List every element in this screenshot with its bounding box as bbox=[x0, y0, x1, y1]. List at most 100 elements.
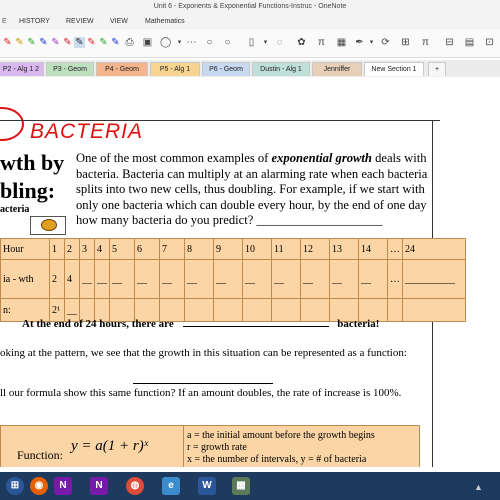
graph-icon[interactable]: ▤ bbox=[464, 37, 475, 48]
move-icon[interactable]: ⟳ bbox=[380, 37, 391, 48]
equation-icon[interactable]: ▦ bbox=[336, 37, 347, 48]
growth-cell: __ bbox=[213, 259, 243, 299]
growth-cell: __ bbox=[94, 259, 110, 299]
shapes-icon[interactable]: ◯ bbox=[160, 37, 171, 48]
growth-cell: __ bbox=[271, 259, 301, 299]
taskbar: ⊞ ◉ N N ◍ e W ▦ ▲ bbox=[0, 472, 500, 500]
page-rule bbox=[0, 120, 440, 121]
notebook-page[interactable]: BACTERIA wth by bling: acteria One of th… bbox=[0, 77, 500, 467]
dropdown-icon[interactable]: ▾ bbox=[174, 37, 185, 48]
pen-black-icon[interactable]: ✎ bbox=[74, 37, 85, 48]
calculator-icon[interactable]: ▦ bbox=[232, 477, 250, 495]
growth-table: Hour 1 2 3 4 5 6 7 8 9 10 11 12 13 14 … … bbox=[0, 238, 466, 322]
tab-add[interactable]: + bbox=[428, 62, 446, 76]
highlighter-icon[interactable]: ✒ bbox=[354, 37, 365, 48]
growth-cell: … bbox=[387, 259, 403, 299]
pi-icon[interactable]: π bbox=[316, 37, 327, 48]
growth-cell: __ bbox=[329, 259, 359, 299]
answer-blank[interactable] bbox=[182, 326, 329, 327]
intro-paragraph: One of the most common examples of expon… bbox=[76, 151, 448, 229]
tab-p6-geom[interactable]: P6 - Geom bbox=[202, 62, 250, 76]
growth-cell: 4 bbox=[64, 259, 80, 299]
explorer-icon[interactable]: e bbox=[162, 477, 180, 495]
intro-paragraph-text: One of the most common examples of expon… bbox=[76, 151, 428, 227]
menu-review[interactable]: REVIEW bbox=[66, 18, 94, 25]
onenote-second-icon[interactable]: N bbox=[90, 477, 108, 495]
menu-file-stub[interactable]: E bbox=[2, 18, 7, 25]
print-icon[interactable]: ⎙ bbox=[124, 37, 135, 48]
def-r: r = growth rate bbox=[187, 442, 247, 453]
hour-cell: 13 bbox=[329, 238, 359, 260]
end-sentence-text: At the end of 24 hours, there are bbox=[22, 318, 174, 330]
hour-cell: 9 bbox=[213, 238, 243, 260]
insert-space-icon[interactable]: ▯ bbox=[246, 37, 257, 48]
growth-cell: 2 bbox=[49, 259, 65, 299]
tab-p3-geom[interactable]: P3 - Geom bbox=[46, 62, 94, 76]
pen-green2-icon[interactable]: ✎ bbox=[98, 37, 109, 48]
firefox-icon[interactable]: ◉ bbox=[30, 477, 48, 495]
tab-p2-alg12[interactable]: P2 - Alg 1 2 bbox=[0, 62, 44, 76]
hour-cell: 24 bbox=[402, 238, 466, 260]
tray-icon[interactable]: ▲ bbox=[474, 482, 483, 492]
hour-cell: 11 bbox=[271, 238, 301, 260]
function-formula: y = a(1 + r)ˣ bbox=[71, 438, 148, 454]
onenote-icon[interactable]: N bbox=[54, 477, 72, 495]
shape-icon[interactable]: ○ bbox=[222, 37, 233, 48]
menu-bar: E HISTORY REVIEW VIEW Mathematics bbox=[0, 14, 500, 29]
start-button-icon[interactable]: ⊞ bbox=[6, 477, 24, 495]
hour-cell: 8 bbox=[184, 238, 214, 260]
tab-dustin-alg1[interactable]: Dustin - Alg 1 bbox=[252, 62, 310, 76]
pen-purple-icon[interactable]: ✎ bbox=[50, 37, 61, 48]
handwritten-title: BACTERIA bbox=[30, 120, 144, 143]
dropdown3-icon[interactable]: ▾ bbox=[366, 37, 377, 48]
tab-p5-alg1[interactable]: P5 - Alg 1 bbox=[150, 62, 200, 76]
pen-blue2-icon[interactable]: ✎ bbox=[110, 37, 121, 48]
function-blank[interactable] bbox=[133, 383, 273, 384]
math-icon[interactable]: ✿ bbox=[296, 37, 307, 48]
pen-green-icon[interactable]: ✎ bbox=[26, 37, 37, 48]
function-divider bbox=[183, 426, 184, 467]
hour-cell: 2 bbox=[64, 238, 80, 260]
hour-cell: 6 bbox=[134, 238, 160, 260]
lasso-icon[interactable]: ⋯ bbox=[186, 37, 197, 48]
function-box: Function: y = a(1 + r)ˣ a = the initial … bbox=[0, 425, 420, 467]
growth-cell: __ bbox=[300, 259, 330, 299]
word-icon[interactable]: W bbox=[198, 477, 216, 495]
tab-new-section-1[interactable]: New Section 1 bbox=[364, 62, 424, 76]
pen-red3-icon[interactable]: ✎ bbox=[86, 37, 97, 48]
bacteria-image bbox=[30, 216, 66, 235]
row-label-growth: ia - wth bbox=[0, 259, 50, 299]
menu-mathematics[interactable]: Mathematics bbox=[145, 18, 185, 25]
eraser-icon[interactable]: ○ bbox=[204, 37, 215, 48]
hour-cell: 10 bbox=[242, 238, 272, 260]
screen-clip-icon[interactable]: ▣ bbox=[142, 37, 153, 48]
hour-cell: 1 bbox=[49, 238, 65, 260]
function-label: Function: bbox=[17, 448, 64, 462]
menu-history[interactable]: HISTORY bbox=[19, 18, 50, 25]
hour-cell: 14 bbox=[358, 238, 388, 260]
pan-icon[interactable]: ◌ bbox=[274, 37, 285, 48]
tab-jenniffer[interactable]: Jenniffer bbox=[312, 62, 362, 76]
pen-blue-icon[interactable]: ✎ bbox=[38, 37, 49, 48]
more-icon[interactable]: ⊡ bbox=[484, 37, 495, 48]
dropdown2-icon[interactable]: ▾ bbox=[260, 37, 271, 48]
hour-cell: 12 bbox=[300, 238, 330, 260]
pen-red2-icon[interactable]: ✎ bbox=[62, 37, 73, 48]
table-row: Hour 1 2 3 4 5 6 7 8 9 10 11 12 13 14 … … bbox=[0, 238, 466, 260]
hour-cell: … bbox=[387, 238, 403, 260]
table-row: ia - wth 2 4 __ __ __ __ __ __ __ __ __ … bbox=[0, 259, 466, 299]
emphasis-exponential-growth: exponential growth bbox=[271, 151, 372, 165]
grid-icon[interactable]: ⊞ bbox=[400, 37, 411, 48]
bacteria-icon bbox=[41, 219, 57, 231]
hour-cell: 4 bbox=[94, 238, 110, 260]
hour-cell: 3 bbox=[79, 238, 95, 260]
pen-red-icon[interactable]: ✎ bbox=[2, 37, 13, 48]
pen-yellow-icon[interactable]: ✎ bbox=[14, 37, 25, 48]
pi2-icon[interactable]: π bbox=[420, 37, 431, 48]
row-label-hour: Hour bbox=[0, 238, 50, 260]
menu-view[interactable]: VIEW bbox=[110, 18, 128, 25]
tab-p4-geom[interactable]: P4 - Geom bbox=[96, 62, 148, 76]
table-icon[interactable]: ⊟ bbox=[444, 37, 455, 48]
growth-cell: __________ bbox=[402, 259, 466, 299]
chrome-icon[interactable]: ◍ bbox=[126, 477, 144, 495]
